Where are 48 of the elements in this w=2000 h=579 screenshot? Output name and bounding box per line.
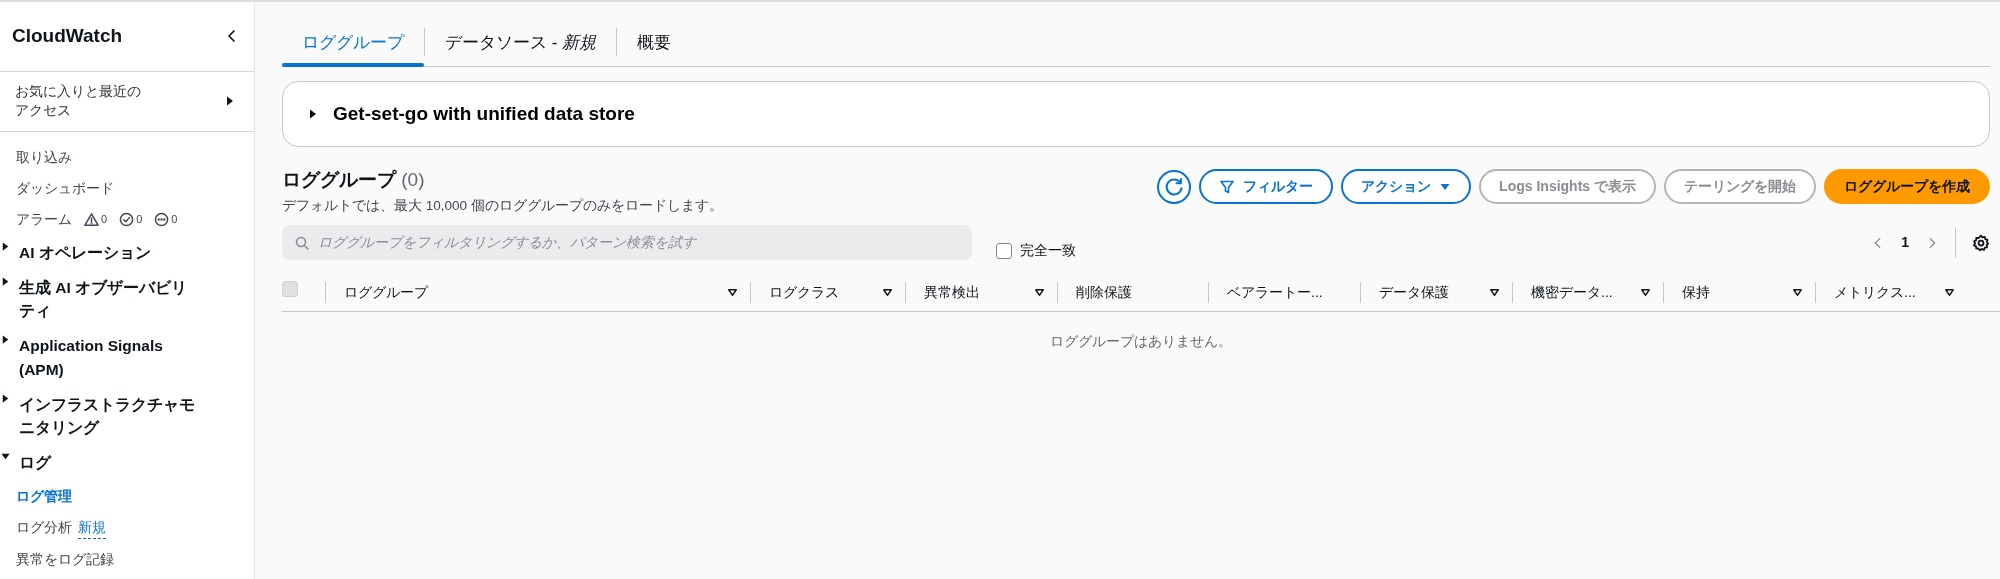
sidebar-link[interactable]: 異常をログ記録: [16, 548, 114, 570]
column-header[interactable]: ログクラス: [769, 281, 839, 303]
page-number[interactable]: 1: [1901, 232, 1909, 254]
column-header[interactable]: ベアラートー...: [1227, 281, 1323, 303]
section-heading[interactable]: インフラストラクチャモニタリング: [19, 392, 201, 440]
column-header[interactable]: 機密データ...: [1531, 281, 1613, 303]
alarm-count: 0: [136, 211, 143, 227]
section-title: ロググループ (0): [282, 169, 426, 192]
alarm-count: 0: [101, 211, 108, 227]
favorites-link[interactable]: お気に入りと最近のアクセス: [15, 81, 147, 121]
expandable-panel[interactable]: Get-set-go with unified data store: [282, 80, 1990, 147]
refresh-button[interactable]: [1157, 169, 1192, 204]
actions-dropdown[interactable]: アクション: [1341, 169, 1472, 204]
empty-message: ロググループはありません。: [1050, 334, 1232, 350]
settings-icon[interactable]: [1972, 233, 1990, 252]
sidebar-link[interactable]: ログ分析: [16, 517, 72, 539]
column-header[interactable]: 保持: [1682, 281, 1710, 303]
column-header[interactable]: 削除保護: [1076, 281, 1132, 303]
alarm-count: 0: [171, 211, 178, 227]
dots-circle-icon: [154, 211, 170, 227]
section-heading[interactable]: 生成 AI オブザーバビリティ: [19, 275, 201, 323]
tab[interactable]: ロググループ: [282, 24, 424, 66]
description: デフォルトでは、最大 10,000 個のロググループのみをロードします。: [282, 196, 723, 215]
refresh-icon: [1164, 176, 1185, 197]
section-heading[interactable]: Application Signals (APM): [19, 334, 201, 381]
warning-icon: [84, 211, 99, 227]
checkbox-label: 完全一致: [1020, 241, 1076, 261]
select-all-checkbox[interactable]: [282, 281, 298, 298]
column-header[interactable]: ロググループ: [344, 281, 428, 303]
column-header[interactable]: 異常検出: [924, 281, 980, 303]
create-button[interactable]: ロググループを作成: [1824, 169, 1990, 204]
filter-icon: [1219, 178, 1236, 195]
tab[interactable]: 概要: [617, 24, 692, 66]
sidebar-link[interactable]: アラーム: [16, 208, 72, 230]
check-circle-icon: [119, 211, 135, 227]
filter-button[interactable]: フィルター: [1199, 169, 1334, 204]
app-title: CloudWatch: [12, 24, 123, 48]
new-label[interactable]: 新規: [78, 516, 106, 539]
section-heading[interactable]: AI オペレーション: [19, 240, 151, 264]
column-header[interactable]: データ保護: [1379, 281, 1449, 303]
column-header[interactable]: メトリクス...: [1834, 281, 1916, 303]
search-field[interactable]: ロググループをフィルタリングするか、パターン検索を試す: [282, 225, 972, 261]
sidebar-link[interactable]: ログ管理: [16, 485, 72, 507]
tab[interactable]: データソース - 新規: [425, 24, 617, 66]
sidebar-link[interactable]: 取り込み: [16, 146, 72, 168]
section-heading[interactable]: ログ: [19, 451, 51, 475]
sidebar-link[interactable]: ダッシュボード: [16, 177, 114, 199]
checkbox[interactable]: [996, 242, 1012, 259]
